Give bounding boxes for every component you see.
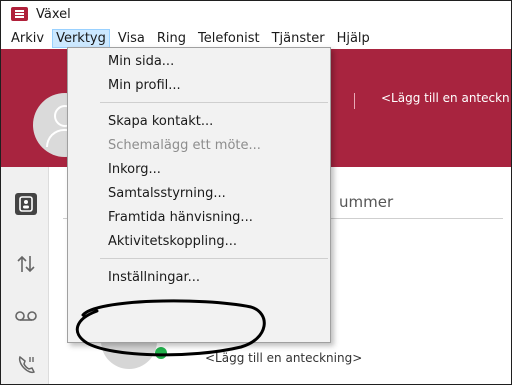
menu-tjanster[interactable]: Tjänster [268, 29, 329, 48]
left-rail [1, 167, 49, 384]
window-title: Växel [36, 6, 71, 22]
app-window: Växel Arkiv Verktyg Visa Ring Telefonist… [0, 0, 512, 385]
menu-ring[interactable]: Ring [153, 29, 190, 48]
menu-item-framtida-hanvisning[interactable]: Framtida hänvisning... [108, 210, 253, 225]
menu-item-min-sida[interactable]: Min sida... [108, 54, 174, 69]
menu-separator [100, 258, 328, 259]
header-note-link[interactable]: <Lägg till en anteckn [381, 91, 510, 105]
search-text: ummer [339, 193, 394, 211]
transfer-arrows-icon[interactable] [15, 253, 37, 275]
voicemail-icon[interactable] [15, 305, 37, 327]
verktyg-dropdown-menu: Min sida... Min profil... Skapa kontakt.… [67, 47, 331, 343]
menu-item-samtalsstyrning[interactable]: Samtalsstyrning... [108, 186, 226, 201]
call-log-icon[interactable] [15, 353, 37, 375]
title-bar: Växel [1, 1, 511, 27]
app-logo-icon [11, 7, 28, 21]
menu-item-min-profil[interactable]: Min profil... [108, 78, 181, 93]
header-divider [354, 93, 355, 109]
menu-item-installningar[interactable]: Inställningar... [108, 270, 200, 285]
menu-verktyg[interactable]: Verktyg [52, 28, 110, 48]
menu-bar: Arkiv Verktyg Visa Ring Telefonist Tjäns… [1, 27, 511, 49]
menu-arkiv[interactable]: Arkiv [7, 29, 48, 48]
menu-item-inkorg[interactable]: Inkorg... [108, 162, 161, 177]
menu-hjalp[interactable]: Hjälp [333, 29, 374, 48]
menu-item-aktivitetskoppling[interactable]: Aktivitetskoppling... [108, 234, 237, 249]
menu-separator [100, 102, 328, 103]
menu-item-skapa-kontakt[interactable]: Skapa kontakt... [108, 114, 213, 129]
presence-dot [155, 347, 167, 359]
menu-visa[interactable]: Visa [114, 29, 149, 48]
menu-telefonist[interactable]: Telefonist [194, 29, 264, 48]
contact-note[interactable]: <Lägg till en anteckning> [205, 351, 362, 365]
menu-item-schemalagg-mote: Schemalägg ett möte... [108, 138, 261, 153]
contacts-icon[interactable] [15, 193, 37, 215]
